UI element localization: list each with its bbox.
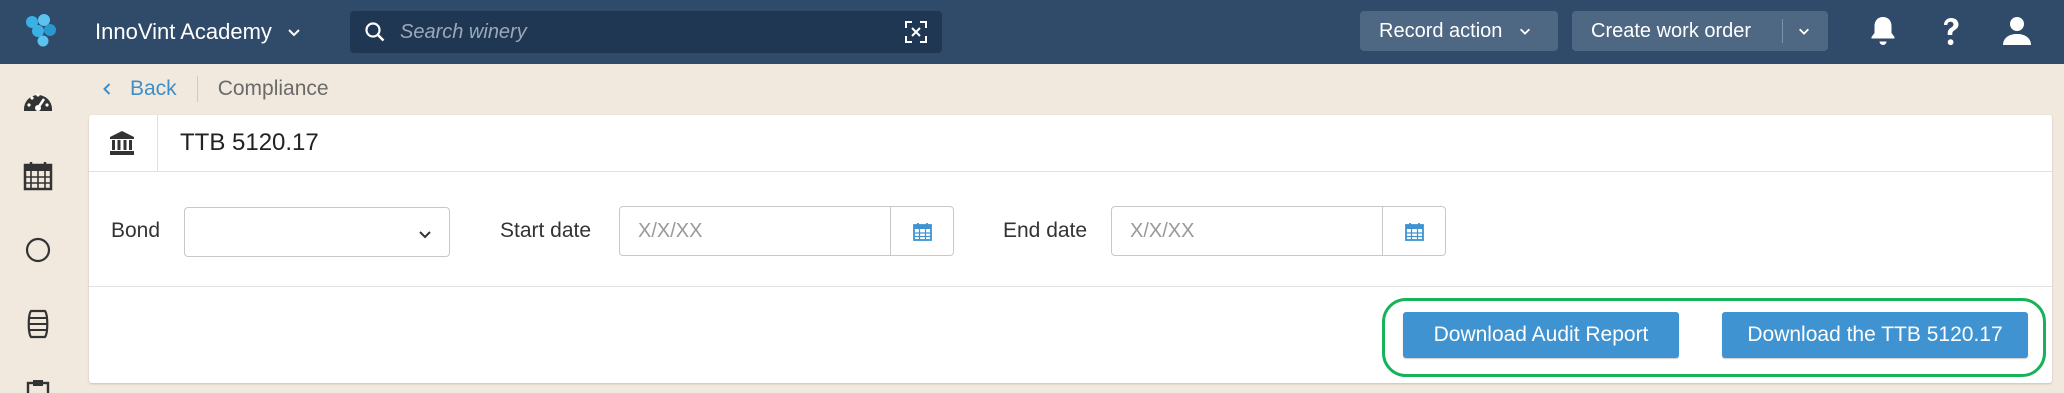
breadcrumb-current: Compliance (217, 77, 329, 100)
innovint-logo-icon[interactable] (22, 12, 62, 52)
bond-label: Bond (111, 219, 161, 242)
bond-select[interactable] (184, 207, 450, 257)
chevron-down-icon[interactable] (1797, 24, 1811, 38)
back-link[interactable]: Back (100, 77, 177, 101)
record-action-button[interactable]: Record action (1360, 11, 1558, 51)
card-divider (89, 286, 2052, 287)
bank-building-icon (110, 131, 134, 155)
chevron-down-icon (1520, 28, 1531, 35)
chevron-down-icon (288, 29, 300, 37)
help-icon[interactable] (1934, 14, 1968, 48)
breadcrumb: Back Compliance (100, 74, 329, 104)
chevron-left-icon (103, 83, 111, 95)
download-ttb-label: Download the TTB 5120.17 (1747, 323, 2003, 346)
button-divider (1782, 19, 1783, 43)
create-work-order-label: Create work order (1591, 19, 1752, 42)
top-navigation-bar: InnoVint Academy Record action Create wo… (0, 0, 2064, 64)
calendar-icon[interactable] (22, 159, 54, 191)
barrel-icon[interactable] (22, 308, 54, 340)
header-divider (157, 115, 158, 172)
end-date-calendar-button[interactable] (1383, 206, 1446, 256)
dashboard-icon[interactable] (22, 85, 54, 117)
search-icon (365, 22, 385, 42)
start-date-calendar-button[interactable] (891, 206, 954, 256)
calendar-icon (913, 223, 932, 241)
page-title: TTB 5120.17 (180, 129, 319, 156)
circle-icon[interactable] (22, 234, 54, 266)
bell-icon[interactable] (1866, 14, 1900, 48)
download-ttb-button[interactable]: Download the TTB 5120.17 (1722, 312, 2028, 358)
search-input[interactable] (400, 20, 904, 44)
start-date-input[interactable] (619, 206, 891, 256)
download-audit-report-button[interactable]: Download Audit Report (1403, 312, 1679, 358)
calendar-icon (1405, 223, 1424, 241)
organization-name: InnoVint Academy (95, 19, 272, 44)
search-bar (350, 11, 942, 53)
start-date-label: Start date (500, 219, 592, 242)
user-icon[interactable] (2000, 14, 2034, 48)
chevron-down-icon (419, 231, 431, 239)
end-date-input[interactable] (1111, 206, 1383, 256)
end-date-label: End date (1003, 219, 1088, 242)
ttb-report-card: TTB 5120.17 Bond Start date End date Dow… (89, 115, 2052, 383)
scan-barcode-icon[interactable] (904, 20, 928, 44)
download-audit-report-label: Download Audit Report (1433, 323, 1649, 346)
record-action-label: Record action (1379, 19, 1503, 42)
create-work-order-button[interactable]: Create work order (1572, 11, 1828, 51)
organization-switcher[interactable]: InnoVint Academy (95, 17, 302, 47)
card-header: TTB 5120.17 (89, 115, 2052, 172)
back-label: Back (130, 77, 177, 100)
clipboard-icon[interactable] (22, 380, 54, 393)
breadcrumb-divider (196, 76, 198, 102)
